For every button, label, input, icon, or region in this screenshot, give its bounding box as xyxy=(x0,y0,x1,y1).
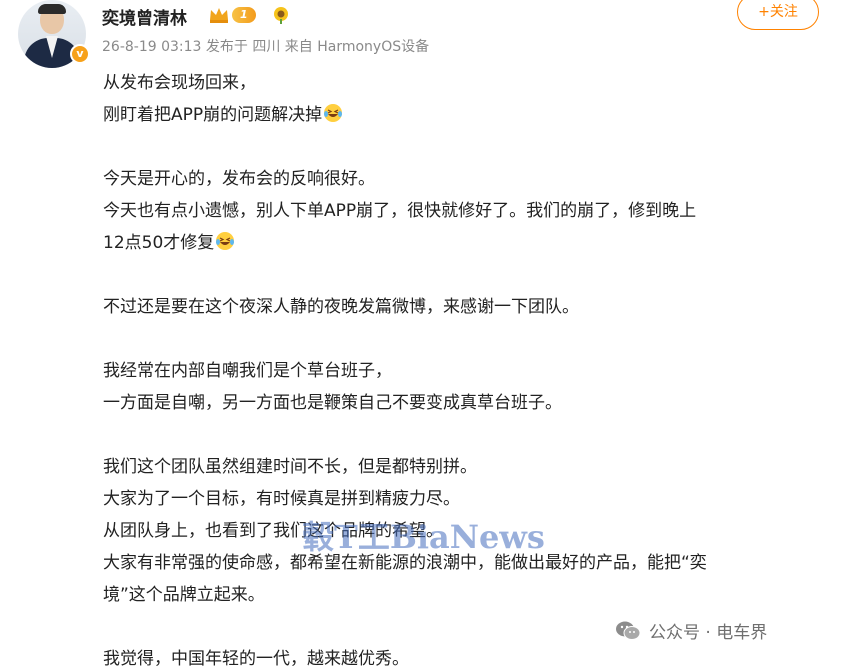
post-line: 刚盯着把APP崩的问题解决掉 xyxy=(103,100,343,125)
post-line: 从发布会现场回来， xyxy=(103,73,256,93)
username[interactable]: 奕境曾清林 xyxy=(102,4,187,29)
post-line: 我经常在内部自嘲我们是个草台班子， xyxy=(103,361,392,381)
verified-v-icon: v xyxy=(70,44,90,64)
post-line: 一方面是自嘲，另一方面也是鞭策自己不要变成真草台班子。 xyxy=(103,393,562,413)
post-line: 今天也有点小遗憾，别人下单APP崩了，很快就修好了。我们的崩了，修到晚上 xyxy=(103,201,697,221)
post-line: 12点50才修复 xyxy=(103,228,235,253)
laugh-cry-emoji-icon xyxy=(324,104,343,122)
wechat-icon xyxy=(616,621,641,640)
level-badge: 1 xyxy=(232,7,256,23)
post-line: 今天是开心的，发布会的反响很好。 xyxy=(103,169,375,189)
crown-icon xyxy=(210,8,228,23)
post-line-text: 刚盯着把APP崩的问题解决掉 xyxy=(103,105,323,125)
watermark: 毂T工BiaNews xyxy=(302,518,545,556)
source-attribution: 公众号 · 电车界 xyxy=(615,618,767,643)
post-line: 我们这个团队虽然组建时间不长，但是都特别拼。 xyxy=(103,457,477,477)
post-line: 我觉得，中国年轻的一代，越来越优秀。 xyxy=(103,649,409,669)
source-label: 公众号 · 电车界 xyxy=(649,623,768,643)
post-line: 境”这个品牌立起来。 xyxy=(103,585,265,605)
post-meta: 26-8-19 03:13 发布于 四川 来自 HarmonyOS设备 xyxy=(102,39,430,55)
sunflower-icon xyxy=(274,7,288,24)
post-line: 不过还是要在这个夜深人静的夜晚发篇微博，来感谢一下团队。 xyxy=(103,297,579,317)
avatar-hair xyxy=(38,4,66,14)
post-line: 大家为了一个目标，有时候真是拼到精疲力尽。 xyxy=(103,489,460,509)
follow-button[interactable]: +关注 xyxy=(737,0,819,30)
laugh-cry-emoji-icon xyxy=(216,232,235,250)
post-line-text: 12点50才修复 xyxy=(103,233,215,253)
